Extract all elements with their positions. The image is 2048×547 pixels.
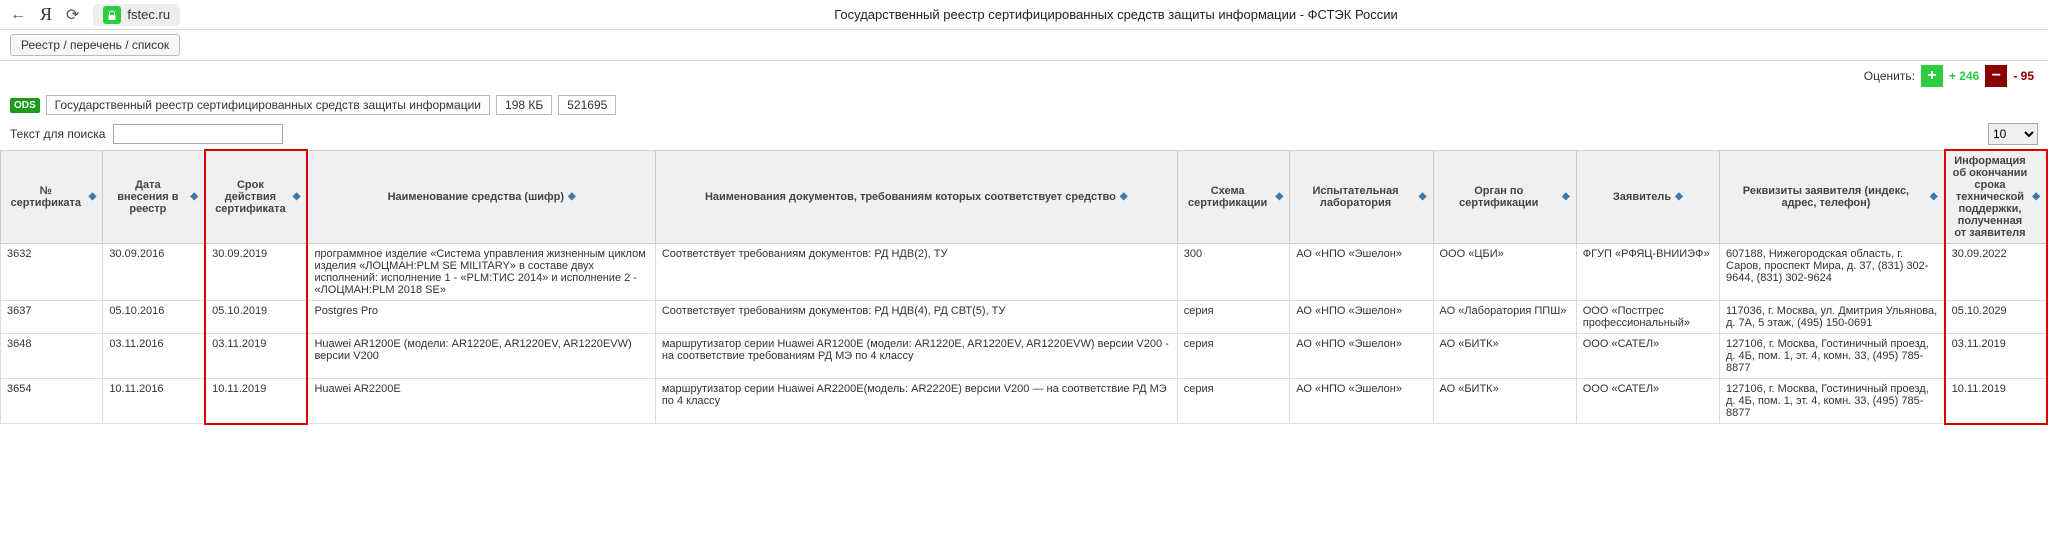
vote-down-button[interactable]: − bbox=[1985, 65, 2007, 87]
col-support-end[interactable]: Информация об окончании срока техническо… bbox=[1945, 150, 2047, 244]
cell-date-in: 03.11.2016 bbox=[103, 334, 205, 379]
breadcrumb-bar: Реестр / перечень / список bbox=[0, 30, 2048, 61]
col-organ[interactable]: Орган по сертификации◆ bbox=[1433, 150, 1576, 244]
cell-requisites: 117036, г. Москва, ул. Дмитрия Ульянова,… bbox=[1720, 301, 1945, 334]
col-scheme[interactable]: Схема сертификации◆ bbox=[1177, 150, 1290, 244]
cell-name: программное изделие «Система управления … bbox=[307, 244, 655, 301]
vote-down-count: - 95 bbox=[2013, 69, 2034, 83]
cell-valid-to: 30.09.2019 bbox=[205, 244, 307, 301]
col-lab[interactable]: Испытательная лаборатория◆ bbox=[1290, 150, 1433, 244]
cell-organ: АО «БИТК» bbox=[1433, 334, 1576, 379]
cell-support-end: 30.09.2022 bbox=[1945, 244, 2047, 301]
cell-scheme: серия bbox=[1177, 334, 1290, 379]
ods-icon: ODS bbox=[10, 98, 40, 113]
cell-support-end: 10.11.2019 bbox=[1945, 379, 2047, 424]
table-row: 3654 10.11.2016 10.11.2019 Huawei AR2200… bbox=[1, 379, 2048, 424]
registry-table: № сертификата◆ Дата внесения в реестр◆ С… bbox=[0, 149, 2048, 425]
cell-lab: АО «НПО «Эшелон» bbox=[1290, 379, 1433, 424]
cell-organ: ООО «ЦБИ» bbox=[1433, 244, 1576, 301]
cell-docs: Соответствует требованиям документов: РД… bbox=[655, 244, 1177, 301]
browser-bar: ← Я ⟳ fstec.ru Государственный реестр се… bbox=[0, 0, 2048, 30]
cell-date-in: 10.11.2016 bbox=[103, 379, 205, 424]
col-date-in[interactable]: Дата внесения в реестр◆ bbox=[103, 150, 205, 244]
cell-name: Postgres Pro bbox=[307, 301, 655, 334]
cell-docs: маршрутизатор серии Huawei AR2200E(модел… bbox=[655, 379, 1177, 424]
col-docs[interactable]: Наименования документов, требованиям кот… bbox=[655, 150, 1177, 244]
sort-icon[interactable]: ◆ bbox=[1562, 192, 1570, 202]
table-body: 3632 30.09.2016 30.09.2019 программное и… bbox=[1, 244, 2048, 424]
cell-support-end: 05.10.2029 bbox=[1945, 301, 2047, 334]
cell-valid-to: 03.11.2019 bbox=[205, 334, 307, 379]
col-name[interactable]: Наименование средства (шифр)◆ bbox=[307, 150, 655, 244]
page-size-select[interactable]: 10 bbox=[1988, 123, 2038, 145]
cell-requisites: 127106, г. Москва, Гостиничный проезд, д… bbox=[1720, 379, 1945, 424]
search-input[interactable] bbox=[113, 124, 283, 144]
lock-icon bbox=[103, 6, 121, 24]
col-requisites[interactable]: Реквизиты заявителя (индекс, адрес, теле… bbox=[1720, 150, 1945, 244]
cell-name: Huawei AR2200E bbox=[307, 379, 655, 424]
cell-applicant: ООО «САТЕЛ» bbox=[1576, 379, 1719, 424]
cell-docs: маршрутизатор серии Huawei AR1200E (моде… bbox=[655, 334, 1177, 379]
reload-button[interactable]: ⟳ bbox=[66, 5, 79, 25]
url-bar[interactable]: fstec.ru bbox=[93, 4, 180, 26]
rating-bar: Оценить: + + 246 − - 95 bbox=[0, 61, 2048, 91]
sort-icon[interactable]: ◆ bbox=[568, 192, 576, 202]
vote-up-count: + 246 bbox=[1949, 69, 1979, 83]
cell-applicant: ООО «САТЕЛ» bbox=[1576, 334, 1719, 379]
cell-applicant: ФГУП «РФЯЦ-ВНИИЭФ» bbox=[1576, 244, 1719, 301]
table-row: 3637 05.10.2016 05.10.2019 Postgres Pro … bbox=[1, 301, 2048, 334]
search-row: Текст для поиска 10 bbox=[0, 119, 2048, 149]
cell-name: Huawei AR1200E (модели: AR1220E, AR1220E… bbox=[307, 334, 655, 379]
col-valid-to[interactable]: Срок действия сертификата◆ bbox=[205, 150, 307, 244]
cell-lab: АО «НПО «Эшелон» bbox=[1290, 334, 1433, 379]
cell-scheme: серия bbox=[1177, 379, 1290, 424]
cell-valid-to: 05.10.2019 bbox=[205, 301, 307, 334]
cell-lab: АО «НПО «Эшелон» bbox=[1290, 244, 1433, 301]
file-size: 198 КБ bbox=[496, 95, 552, 115]
page-title: Государственный реестр сертифицированных… bbox=[194, 7, 2038, 22]
cell-num: 3654 bbox=[1, 379, 103, 424]
cell-applicant: ООО «Постгрес профессиональный» bbox=[1576, 301, 1719, 334]
rating-label: Оценить: bbox=[1864, 69, 1915, 83]
cell-support-end: 03.11.2019 bbox=[1945, 334, 2047, 379]
col-cert-number[interactable]: № сертификата◆ bbox=[1, 150, 103, 244]
sort-icon[interactable]: ◆ bbox=[293, 192, 301, 202]
cell-organ: АО «БИТК» bbox=[1433, 379, 1576, 424]
sort-icon[interactable]: ◆ bbox=[1120, 192, 1128, 202]
sort-icon[interactable]: ◆ bbox=[190, 192, 198, 202]
file-meta-row: ODS Государственный реестр сертифицирова… bbox=[0, 91, 2048, 119]
file-downloads: 521695 bbox=[558, 95, 616, 115]
sort-icon[interactable]: ◆ bbox=[1675, 192, 1683, 202]
breadcrumb-button[interactable]: Реестр / перечень / список bbox=[10, 34, 180, 56]
vote-up-button[interactable]: + bbox=[1921, 65, 1943, 87]
search-label: Текст для поиска bbox=[10, 127, 105, 141]
cell-requisites: 607188, Нижегородская область, г. Саров,… bbox=[1720, 244, 1945, 301]
cell-date-in: 05.10.2016 bbox=[103, 301, 205, 334]
cell-requisites: 127106, г. Москва, Гостиничный проезд, д… bbox=[1720, 334, 1945, 379]
table-row: 3632 30.09.2016 30.09.2019 программное и… bbox=[1, 244, 2048, 301]
file-title[interactable]: Государственный реестр сертифицированных… bbox=[46, 95, 490, 115]
yandex-icon[interactable]: Я bbox=[40, 4, 52, 25]
table-header-row: № сертификата◆ Дата внесения в реестр◆ С… bbox=[1, 150, 2048, 244]
cell-num: 3648 bbox=[1, 334, 103, 379]
url-text: fstec.ru bbox=[127, 7, 170, 22]
cell-lab: АО «НПО «Эшелон» bbox=[1290, 301, 1433, 334]
col-applicant[interactable]: Заявитель◆ bbox=[1576, 150, 1719, 244]
cell-organ: АО «Лаборатория ППШ» bbox=[1433, 301, 1576, 334]
sort-icon[interactable]: ◆ bbox=[1419, 192, 1427, 202]
sort-icon[interactable]: ◆ bbox=[1930, 192, 1938, 202]
cell-date-in: 30.09.2016 bbox=[103, 244, 205, 301]
cell-scheme: 300 bbox=[1177, 244, 1290, 301]
cell-num: 3632 bbox=[1, 244, 103, 301]
cell-num: 3637 bbox=[1, 301, 103, 334]
back-button[interactable]: ← bbox=[10, 6, 26, 24]
sort-icon[interactable]: ◆ bbox=[2032, 192, 2040, 202]
sort-icon[interactable]: ◆ bbox=[1276, 192, 1284, 202]
cell-docs: Соответствует требованиям документов: РД… bbox=[655, 301, 1177, 334]
cell-valid-to: 10.11.2019 bbox=[205, 379, 307, 424]
sort-icon[interactable]: ◆ bbox=[89, 192, 97, 202]
cell-scheme: серия bbox=[1177, 301, 1290, 334]
table-row: 3648 03.11.2016 03.11.2019 Huawei AR1200… bbox=[1, 334, 2048, 379]
